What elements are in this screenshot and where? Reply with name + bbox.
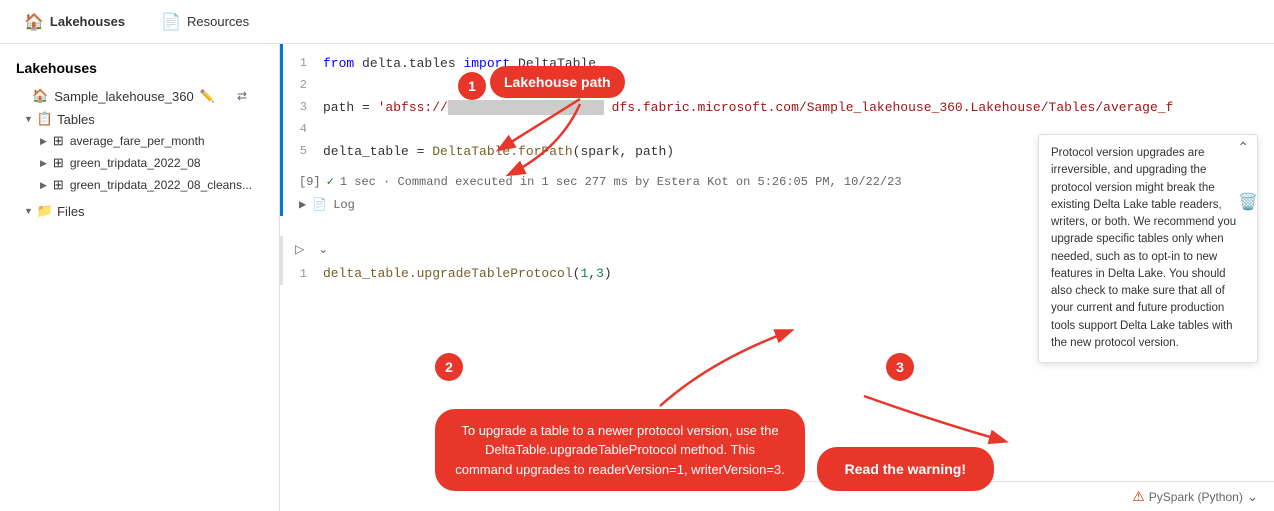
run-button[interactable]: ▷ xyxy=(291,240,308,258)
table-name-g08: green_tripdata_2022_08 xyxy=(70,156,201,170)
chevron-af: ▶ xyxy=(40,136,47,147)
arrow-1b xyxy=(480,99,700,179)
tree-item-average-fare[interactable]: ▶ ⊞ average_fare_per_month xyxy=(16,130,263,152)
exec-check-icon: ✓ xyxy=(327,174,334,189)
arrow-3 xyxy=(834,391,1014,451)
exec-num: [9] xyxy=(299,175,321,189)
table-icon-g08: ⊞ xyxy=(53,155,64,171)
annotation3-text: Read the warning! xyxy=(845,461,966,477)
table-name-af: average_fare_per_month xyxy=(70,134,205,148)
log-expand-icon: ▶ xyxy=(299,197,306,212)
delete-icon-area[interactable]: 🗑️ xyxy=(1238,192,1258,212)
tree-item-green-cleans[interactable]: ▶ ⊞ green_tripdata_2022_08_cleans... xyxy=(16,174,263,196)
content-area: 1 from delta.tables import DeltaTable 2 … xyxy=(280,44,1274,511)
edit-icon: ✏️ xyxy=(200,89,215,103)
annotation-callout-3: Read the warning! xyxy=(817,447,994,491)
warning-tooltip: Protocol version upgrades are irreversib… xyxy=(1038,134,1258,363)
annotation-callout-1: Lakehouse path xyxy=(490,66,625,98)
files-label: Files xyxy=(57,204,84,219)
language-dropdown-button[interactable]: ⌄ xyxy=(1247,489,1258,505)
files-chevron: ▼ xyxy=(24,206,33,216)
code-line-1: 1 from delta.tables import DeltaTable xyxy=(283,52,1274,74)
tooltip-collapse-button[interactable]: ⌃ xyxy=(1237,139,1249,156)
tables-chevron: ▼ xyxy=(24,114,33,124)
annotation1-label: Lakehouse path xyxy=(504,74,611,90)
nav-lakehouses[interactable]: 🏠 Lakehouses xyxy=(16,8,133,36)
tables-label: Tables xyxy=(57,112,95,127)
language-label: PySpark (Python) xyxy=(1149,490,1243,504)
chevron-g08: ▶ xyxy=(40,158,47,169)
warning-text: Protocol version upgrades are irreversib… xyxy=(1051,145,1245,352)
annotation2-text: To upgrade a table to a newer protocol v… xyxy=(455,423,785,477)
workspace-item[interactable]: 🏠 Sample_lakehouse_360 ✏️ ⇄ xyxy=(16,84,263,108)
table-icon-gc: ⊞ xyxy=(53,177,64,193)
app-container: 🏠 Lakehouses 📄 Resources Lakehouses 🏠 Sa… xyxy=(0,0,1274,511)
sync-icon: ⇄ xyxy=(237,89,247,103)
files-icon: 📁 xyxy=(37,203,53,219)
annotation-bubble-3: 3 xyxy=(886,353,914,381)
lakehouse-icon: 🏠 xyxy=(24,12,44,32)
log-file-icon: 📄 xyxy=(312,197,327,212)
annotation-callout-2: To upgrade a table to a newer protocol v… xyxy=(435,409,805,492)
workspace-icon: 🏠 xyxy=(32,88,48,104)
workspace-name: 🏠 Sample_lakehouse_360 ✏️ xyxy=(32,88,215,104)
table-icon-af: ⊞ xyxy=(53,133,64,149)
main-layout: Lakehouses 🏠 Sample_lakehouse_360 ✏️ ⇄ ▼… xyxy=(0,44,1274,511)
chevron-gc: ▶ xyxy=(40,180,47,191)
log-label: Log xyxy=(333,198,355,212)
code-line-3: 3 path = 'abfss://████████████████████ d… xyxy=(283,96,1274,118)
annotation-bubble-1: 1 xyxy=(458,72,486,100)
workspace-section: 🏠 Sample_lakehouse_360 ✏️ ⇄ ▼ 📋 Tables ▶… xyxy=(0,80,279,226)
tree-item-green-2022-08[interactable]: ▶ ⊞ green_tripdata_2022_08 xyxy=(16,152,263,174)
arrow-2 xyxy=(630,311,810,411)
cell-expand-button[interactable]: ⌄ xyxy=(314,240,332,258)
nav-lakehouses-label: Lakehouses xyxy=(50,14,125,29)
sidebar-title: Lakehouses xyxy=(0,52,279,80)
tables-section-header[interactable]: ▼ 📋 Tables xyxy=(16,108,263,130)
warning-icon: ⚠ xyxy=(1132,488,1145,505)
sidebar: Lakehouses 🏠 Sample_lakehouse_360 ✏️ ⇄ ▼… xyxy=(0,44,280,511)
top-nav: 🏠 Lakehouses 📄 Resources xyxy=(0,0,1274,44)
table-name-gc: green_tripdata_2022_08_cleans... xyxy=(70,178,252,192)
annotation-bubble-2: 2 xyxy=(435,353,463,381)
nav-resources-label: Resources xyxy=(187,14,249,29)
resources-icon: 📄 xyxy=(161,12,181,32)
workspace-label: Sample_lakehouse_360 xyxy=(54,89,194,104)
files-section-header[interactable]: ▼ 📁 Files xyxy=(16,200,263,222)
nav-resources[interactable]: 📄 Resources xyxy=(153,8,257,36)
code-line-2: 2 xyxy=(283,74,1274,96)
tables-icon: 📋 xyxy=(37,111,53,127)
